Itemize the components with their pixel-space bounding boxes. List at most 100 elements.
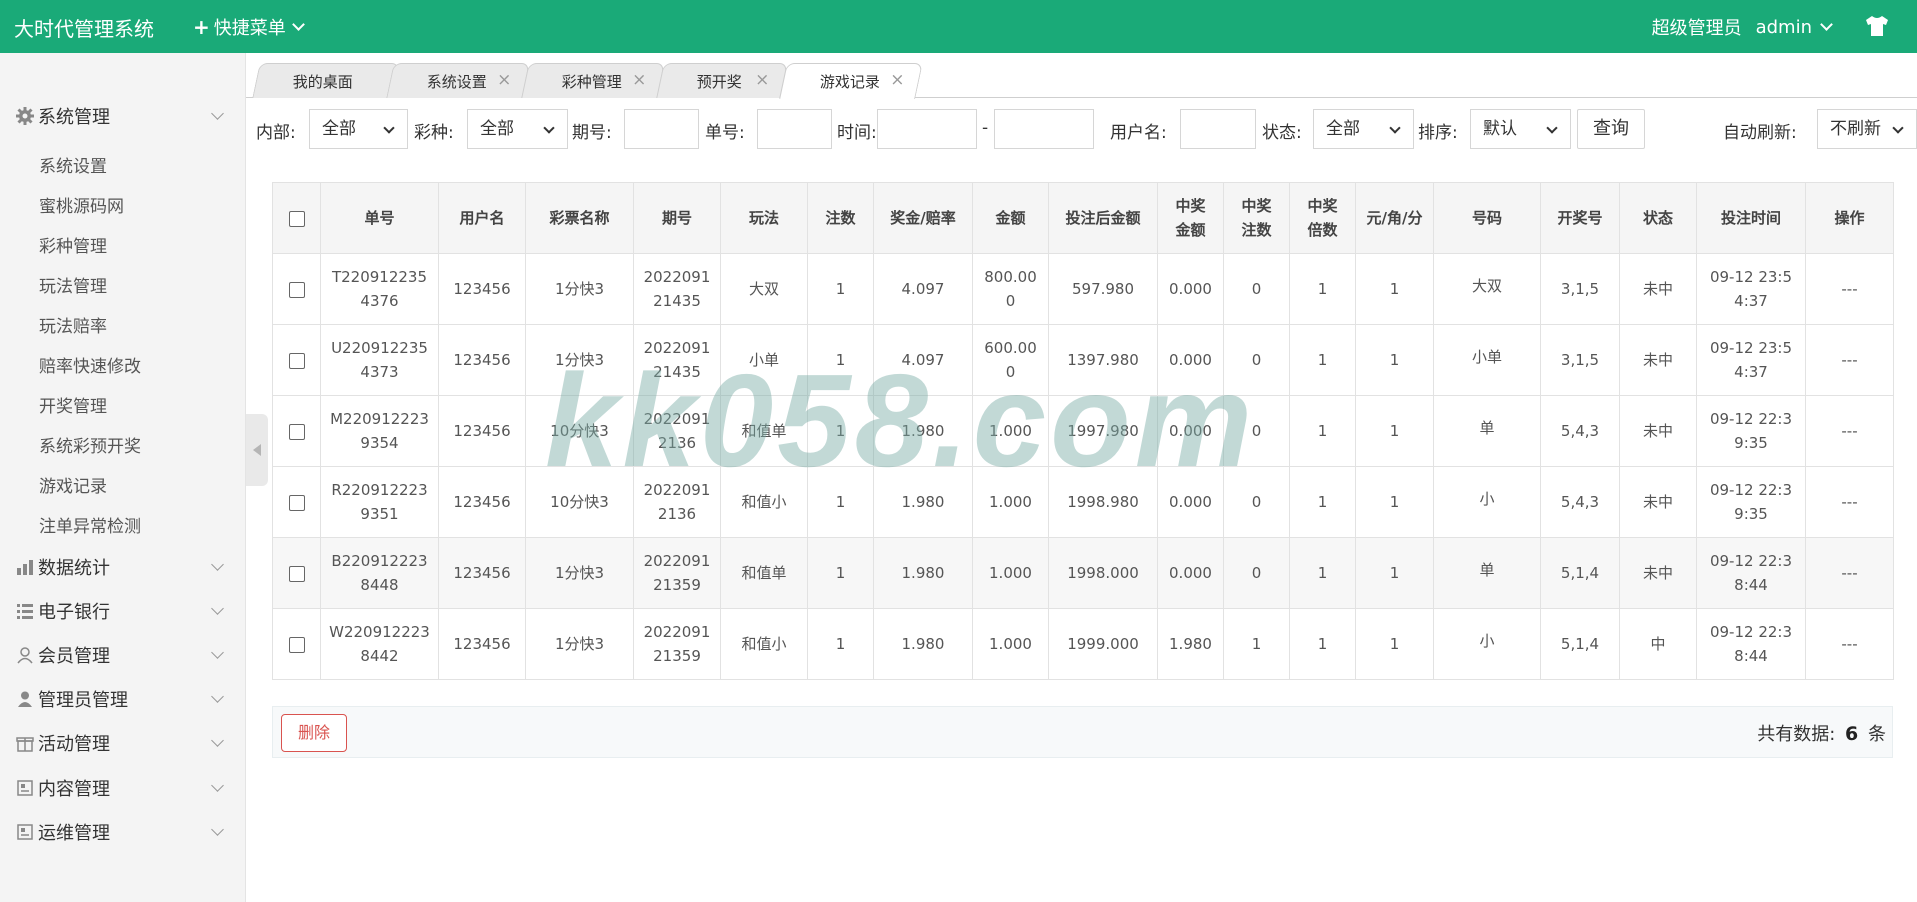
cell-issue: 2022091 2136 [633, 466, 721, 538]
sidebar-collapse-handle[interactable] [246, 414, 268, 486]
sidebar-group-statistics[interactable]: 数据统计 [0, 547, 246, 587]
tab-desktop[interactable]: 我的桌面 [252, 63, 400, 98]
tab-game-records[interactable]: 游戏记录 × [779, 63, 923, 99]
lottery-select[interactable]: 全部 [467, 109, 568, 149]
gift-icon [16, 737, 34, 752]
sidebar-group-content[interactable]: 内容管理 [0, 768, 246, 808]
cell-lottery: 1分快3 [525, 324, 634, 396]
time-end-input[interactable] [994, 109, 1094, 149]
sidebar-item-play-types[interactable]: 玩法管理 [39, 272, 107, 297]
cell-time: 09-12 23:54:37 [1696, 253, 1806, 325]
row-checkbox[interactable] [288, 423, 305, 440]
quick-menu-button[interactable]: + 快捷菜单 [193, 14, 305, 40]
sidebar-group-label: 活动管理 [38, 734, 110, 755]
close-icon[interactable]: × [755, 70, 769, 90]
select-all-checkbox[interactable] [288, 210, 305, 227]
cell-win-mult: 1 [1289, 324, 1356, 396]
chevron-down-icon [1546, 122, 1558, 134]
cell-issue: 2022091 21359 [633, 537, 721, 609]
sidebar-group-label: 内容管理 [38, 779, 110, 800]
auto-refresh-select[interactable]: 不刷新 [1817, 109, 1917, 149]
sidebar-group-activities[interactable]: 活动管理 [0, 723, 246, 763]
sidebar-item-game-records[interactable]: 游戏记录 [39, 472, 107, 497]
cell-play: 和值小 [720, 466, 808, 538]
sidebar-group-ops[interactable]: 运维管理 [0, 812, 246, 852]
row-select-cell [272, 395, 321, 467]
cell-odds: 1.980 [873, 466, 973, 538]
time-label: 时间: [837, 123, 877, 143]
cell-count: 1 [807, 608, 874, 680]
column-header: 号码 [1433, 182, 1541, 254]
theme-shirt-icon[interactable] [1865, 15, 1889, 37]
row-checkbox[interactable] [288, 352, 305, 369]
internal-select[interactable]: 全部 [309, 109, 408, 149]
cell-status: 未中 [1619, 537, 1697, 609]
document-icon [17, 780, 33, 796]
sidebar-group-label: 系统管理 [38, 107, 110, 128]
cell-count: 1 [807, 537, 874, 609]
row-checkbox[interactable] [288, 636, 305, 653]
row-checkbox[interactable] [288, 281, 305, 298]
list-icon [17, 604, 33, 619]
tab-pre-draw[interactable]: 预开奖 × [656, 63, 788, 98]
cell-lottery: 1分快3 [525, 253, 634, 325]
query-button[interactable]: 查询 [1577, 109, 1645, 149]
cell-win-amount: 0.000 [1157, 253, 1224, 325]
tab-system-settings[interactable]: 系统设置 × [386, 63, 530, 98]
tab-lottery-management[interactable]: 彩种管理 × [521, 63, 665, 98]
row-checkbox[interactable] [288, 565, 305, 582]
close-icon[interactable]: × [890, 70, 904, 90]
cell-amount: 1.000 [972, 466, 1049, 538]
username-input[interactable] [1180, 109, 1256, 149]
auto-refresh-label: 自动刷新: [1723, 123, 1797, 143]
cell-after: 597.980 [1048, 253, 1158, 325]
table-row: W2209122238442 123456 1分快3 2022091 21359 和值小… [272, 608, 1894, 680]
cell-user: 123456 [438, 324, 526, 396]
cell-user: 123456 [438, 608, 526, 680]
sidebar-group-admins[interactable]: 管理员管理 [0, 679, 246, 719]
sidebar-item-pre-draw[interactable]: 系统彩预开奖 [39, 432, 141, 457]
cell-issue: 2022091 2136 [633, 395, 721, 467]
delete-button[interactable]: 删除 [281, 714, 347, 752]
order-input[interactable] [757, 109, 832, 149]
time-start-input[interactable] [877, 109, 977, 149]
chevron-down-icon [1892, 122, 1904, 134]
close-icon[interactable]: × [497, 70, 511, 90]
column-header: 注数 [807, 182, 874, 254]
table-footer: 删除 共有数据: 6 条 [272, 706, 1893, 758]
issue-input[interactable] [624, 109, 699, 149]
sidebar-item-system-settings[interactable]: 系统设置 [39, 152, 107, 177]
chevron-down-icon [1820, 18, 1833, 31]
cell-amount: 800.000 [972, 253, 1049, 325]
sidebar-item-play-odds[interactable]: 玩法赔率 [39, 312, 107, 337]
cell-count: 1 [807, 395, 874, 467]
sidebar-item-bet-anomaly[interactable]: 注单异常检测 [39, 512, 141, 537]
column-header: 玩法 [720, 182, 808, 254]
close-icon[interactable]: × [632, 70, 646, 90]
cell-win-mult: 1 [1289, 466, 1356, 538]
sidebar-group-ebank[interactable]: 电子银行 [0, 591, 246, 631]
user-menu[interactable]: 超级管理员 admin [1652, 14, 1833, 40]
status-select[interactable]: 全部 [1313, 109, 1414, 149]
cell-win-mult: 1 [1289, 537, 1356, 609]
sidebar-item-source-site[interactable]: 蜜桃源码网 [39, 192, 124, 217]
tab-label: 系统设置 [426, 72, 487, 91]
sidebar-group-members[interactable]: 会员管理 [0, 635, 246, 675]
sidebar-item-lottery-types[interactable]: 彩种管理 [39, 232, 107, 257]
table-row: R2209122239351 123456 10分快3 2022091 2136 和值小… [272, 466, 1894, 538]
cell-unit: 1 [1355, 324, 1434, 396]
sidebar-item-draw-management[interactable]: 开奖管理 [39, 392, 107, 417]
sidebar-group-system[interactable]: 系统管理 [0, 96, 246, 136]
sort-select[interactable]: 默认 [1470, 109, 1571, 149]
tab-label: 我的桌面 [292, 72, 353, 91]
filter-bar: 内部: 全部 彩种: 全部 期号: 单号: 时间: - 用户名: 状态: 全部 … [246, 106, 1917, 152]
sidebar-item-odds-quick-edit[interactable]: 赔率快速修改 [39, 352, 141, 377]
row-checkbox[interactable] [288, 494, 305, 511]
cell-after: 1997.980 [1048, 395, 1158, 467]
cell-play: 小单 [720, 324, 808, 396]
app-title: 大时代管理系统 [14, 17, 154, 41]
sort-label: 排序: [1418, 123, 1458, 143]
cell-order: R2209122239351 [320, 466, 439, 538]
cell-status: 未中 [1619, 395, 1697, 467]
gear-icon [16, 107, 34, 125]
